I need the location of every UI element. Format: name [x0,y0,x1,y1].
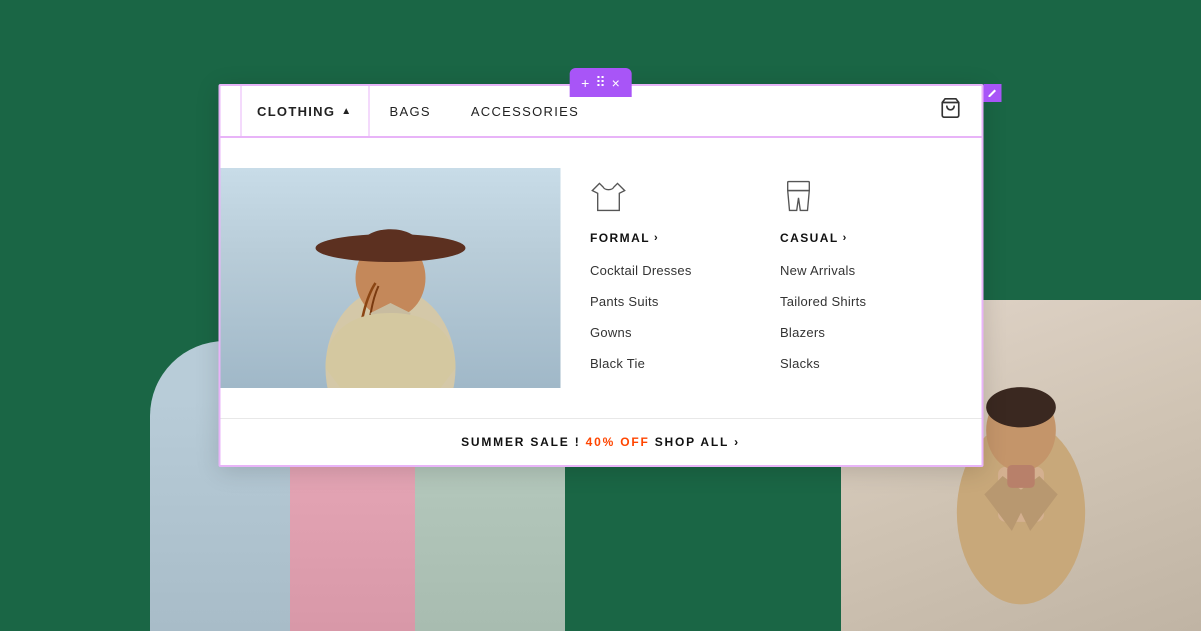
woman-silhouette [220,168,560,388]
formal-link-3[interactable]: Gowns [590,325,720,340]
casual-link-3[interactable]: Blazers [780,325,910,340]
formal-category-column: FORMAL › Cocktail Dresses Pants Suits Go… [590,178,720,388]
formal-link-2[interactable]: Pants Suits [590,294,720,309]
nav-item-bags[interactable]: BAGS [370,85,451,137]
toolbar-move-icon[interactable]: ⠿ [595,74,605,91]
sale-prefix: SUMMER SALE ! [461,435,580,449]
sale-highlight: 40% OFF [586,435,655,449]
popup-container: CLOTHING ▲ BAGS ACCESSORIES [218,84,983,467]
casual-category-column: CASUAL › New Arrivals Tailored Shirts Bl… [780,178,910,388]
sale-banner: SUMMER SALE ! 40% OFF SHOP ALL › [220,418,981,465]
formal-link-4[interactable]: Black Tie [590,356,720,371]
casual-icon [780,178,910,219]
nav-clothing-label: CLOTHING [257,104,335,119]
toolbar-close-icon[interactable]: × [612,75,620,91]
nav-item-clothing[interactable]: CLOTHING ▲ [240,85,370,137]
dropdown-image [220,168,560,388]
sale-suffix[interactable]: SHOP ALL [655,435,729,449]
formal-link-1[interactable]: Cocktail Dresses [590,263,720,278]
casual-link-4[interactable]: Slacks [780,356,910,371]
casual-link-1[interactable]: New Arrivals [780,263,910,278]
sale-arrow[interactable]: › [734,435,740,449]
casual-link-2[interactable]: Tailored Shirts [780,294,910,309]
nav-clothing-chevron: ▲ [341,106,352,117]
cart-icon[interactable] [939,97,961,125]
toolbar: + ⠿ × [569,68,632,97]
casual-title: CASUAL › [780,231,910,245]
formal-icon [590,178,720,219]
nav-accessories-label: ACCESSORIES [471,104,579,119]
nav-bags-label: BAGS [390,104,431,119]
dropdown-content: FORMAL › Cocktail Dresses Pants Suits Go… [220,138,981,418]
toolbar-add-icon[interactable]: + [581,75,589,91]
dropdown-categories: FORMAL › Cocktail Dresses Pants Suits Go… [590,168,910,388]
edit-icon[interactable] [983,84,1001,102]
formal-title: FORMAL › [590,231,720,245]
